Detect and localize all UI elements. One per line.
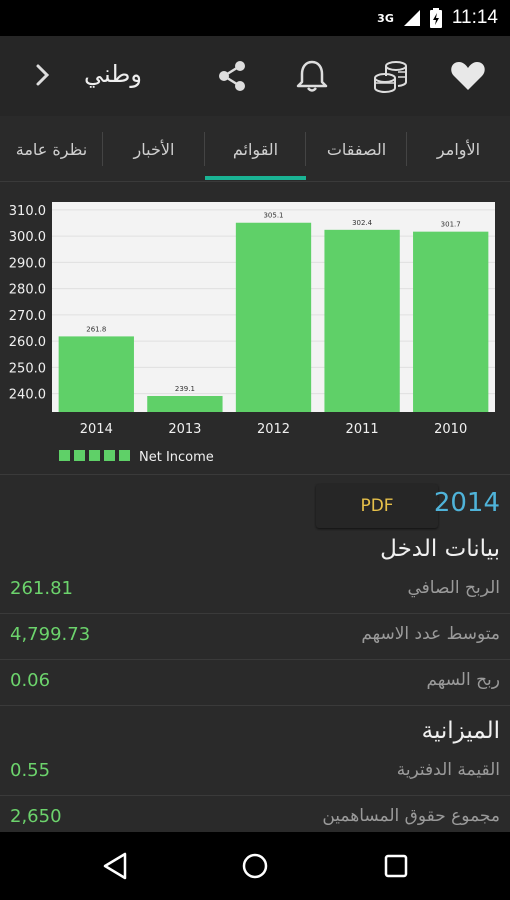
table-row: 0.55 القيمة الدفترية [0,750,510,796]
row-value: 0.06 [10,670,51,691]
tab-statements[interactable]: القوائم [205,116,306,182]
table-row: 0.06 ربح السهم [0,660,510,706]
tab-bar: نظرة عامة الأخبار القوائم الصفقات الأوام… [0,116,510,182]
legend-swatch [74,450,85,461]
x-tick-label: 2013 [168,422,201,437]
page-title: وطني [84,60,142,88]
bar-value-label: 261.8 [86,325,106,333]
tab-label: نظرة عامة [15,139,88,159]
status-bar: 3G 11:14 [0,0,510,36]
bar-value-label: 239.1 [175,385,195,393]
bar-value-label: 301.7 [441,221,461,229]
row-value: 0.55 [10,760,51,781]
legend-swatch [59,450,70,461]
balance-section-title: الميزانية [421,718,500,744]
tab-orders[interactable]: الأوامر [407,116,510,182]
tab-label: الأوامر [436,139,481,159]
row-label: القيمة الدفترية [396,760,500,780]
legend-swatch [89,450,100,461]
row-value: 4,799.73 [10,624,91,645]
pdf-button[interactable]: PDF [316,484,438,528]
row-value: 2,650 [10,806,62,827]
system-nav-bar [0,832,510,900]
row-label: ربح السهم [426,670,500,690]
x-tick-label: 2014 [80,422,113,437]
y-tick-label: 300.0 [9,230,46,245]
app-toolbar: وطني [0,36,510,116]
income-section-title: بيانات الدخل [380,536,500,562]
bar [58,336,134,412]
x-tick-label: 2010 [434,422,467,437]
bar [235,222,312,412]
y-tick-label: 310.0 [9,204,46,219]
row-label: الربح الصافي [407,578,500,598]
bell-icon[interactable] [292,56,332,96]
legend-swatch [119,450,130,461]
y-tick-label: 280.0 [9,283,46,298]
year-row: PDF 2014 [0,478,510,532]
tab-news[interactable]: الأخبار [103,116,205,182]
net-income-chart: 310.0 300.0 290.0 280.0 270.0 260.0 250.0 240.0… [0,183,510,475]
row-label: متوسط عدد الاسهم [361,624,500,644]
share-icon[interactable] [212,56,252,96]
tab-label: الأخبار [133,139,175,159]
battery-icon [429,8,442,28]
bar [324,229,400,412]
row-label: مجموع حقوق المساهمين [322,806,500,826]
recents-square-icon[interactable] [380,850,412,882]
home-circle-icon[interactable] [239,850,271,882]
tab-label: الصفقات [326,139,387,159]
heart-icon[interactable] [448,56,488,96]
y-tick-label: 240.0 [9,388,46,403]
back-triangle-icon[interactable] [99,850,131,882]
network-indicator: 3G [377,11,394,25]
legend-label: Net Income [139,450,214,465]
bar-value-label: 305.1 [263,212,283,220]
y-tick-label: 270.0 [9,309,46,324]
signal-icon [403,10,420,26]
coins-icon[interactable] [370,56,410,96]
bar-chart: 310.0 300.0 290.0 280.0 270.0 260.0 250.0 240.0… [9,202,495,465]
y-tick-label: 290.0 [9,256,46,271]
tab-label: القوائم [232,139,279,159]
table-row: 261.81 الربح الصافي [0,568,510,614]
chevron-right-icon[interactable] [28,60,58,90]
active-tab-indicator [205,176,306,180]
clock: 11:14 [451,7,498,28]
bar-value-label: 302.4 [352,219,373,227]
tab-overview[interactable]: نظرة عامة [0,116,103,182]
bar [413,231,489,412]
table-row: 4,799.73 متوسط عدد الاسهم [0,614,510,660]
x-tick-label: 2012 [257,422,290,437]
year-selector[interactable]: 2014 [434,488,500,518]
tab-deals[interactable]: الصفقات [306,116,407,182]
bar [147,395,223,412]
row-value: 261.81 [10,578,73,599]
legend-swatch [104,450,115,461]
y-tick-label: 260.0 [9,335,46,350]
y-tick-label: 250.0 [9,361,46,376]
x-tick-label: 2011 [346,422,379,437]
